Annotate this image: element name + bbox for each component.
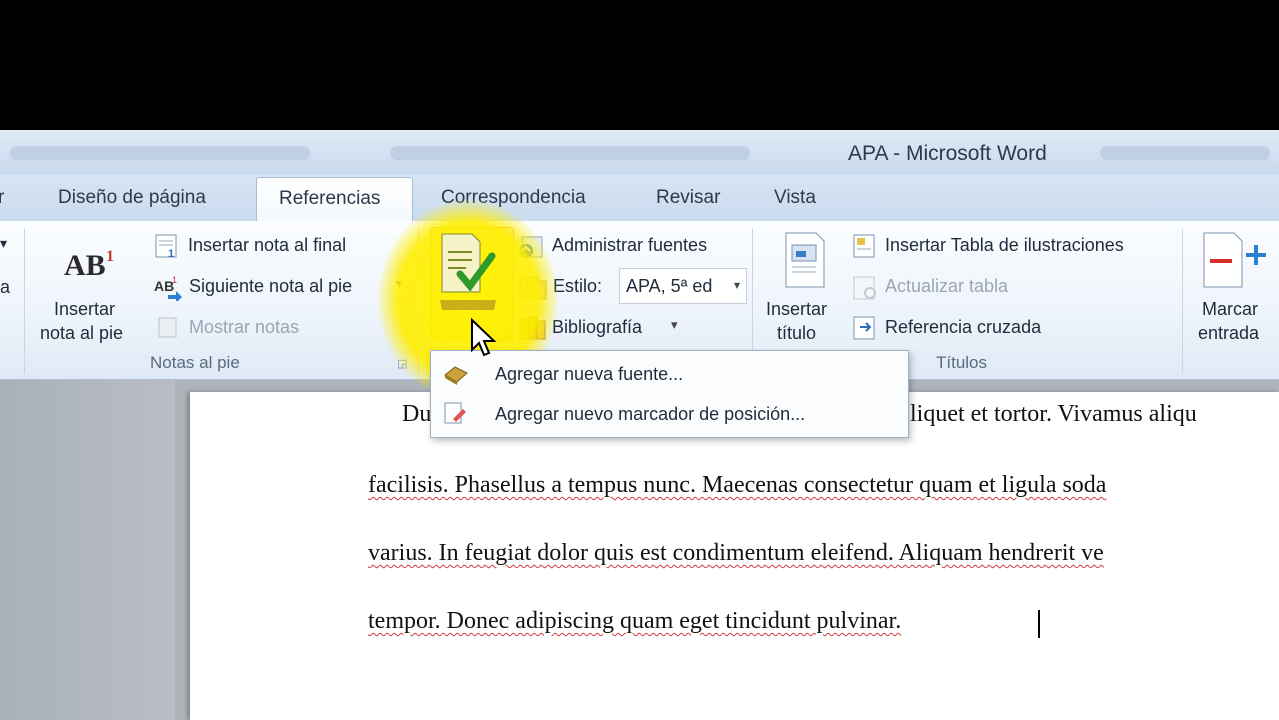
insert-endnote-icon[interactable]: 1 (154, 233, 184, 260)
bibliography-dropdown-menu: Agregar nueva fuente... Agregar nuevo ma… (430, 350, 909, 438)
partial-group-text: a (0, 277, 11, 297)
manage-sources-button[interactable]: Administrar fuentes (552, 235, 707, 256)
add-placeholder-icon (441, 401, 469, 429)
insert-table-figures-button[interactable]: Insertar Tabla de ilustraciones (885, 235, 1124, 256)
ribbon-tabs: r Diseño de página Referencias Correspon… (0, 175, 1279, 222)
mark-entry-icon[interactable] (1202, 231, 1268, 289)
doc-line-4: tempor. Donec adipiscing quam eget tinci… (368, 608, 902, 634)
insert-caption-label-1[interactable]: Insertar (766, 299, 827, 320)
bibliography-button[interactable]: Bibliografía (552, 317, 642, 338)
mouse-pointer-icon (470, 317, 498, 358)
insert-footnote-icon[interactable]: AB 1 (62, 243, 122, 283)
tab-vista[interactable]: Vista (774, 187, 816, 209)
insert-footnote-label-2[interactable]: nota al pie (40, 323, 123, 344)
cross-reference-icon[interactable] (852, 315, 880, 341)
text-cursor (1038, 610, 1040, 638)
partial-dropdown-arrow: ▾ (0, 235, 8, 251)
blurred-title-text (390, 146, 750, 160)
tab-referencias[interactable]: Referencias (256, 177, 413, 222)
update-table-button: Actualizar tabla (885, 276, 1009, 296)
svg-text:1: 1 (168, 248, 174, 259)
tab-revisar[interactable]: Revisar (656, 187, 720, 209)
style-select-value: APA, 5ª ed (626, 276, 713, 296)
show-notes-button: Mostrar notas (189, 317, 300, 337)
update-table-icon (852, 275, 880, 301)
insert-table-figures-icon[interactable] (852, 233, 880, 259)
style-label: Estilo: (553, 276, 603, 296)
blurred-quick-access (10, 146, 310, 160)
tab-diseno-pagina[interactable]: Diseño de página (58, 187, 206, 209)
mark-entry-label-2[interactable]: entrada (1198, 323, 1259, 344)
document-page[interactable]: Du liquet et tortor. Vivamus aliqu facil… (190, 392, 1279, 720)
show-notes-icon (158, 317, 178, 339)
add-source-icon (441, 361, 469, 387)
next-footnote-icon[interactable]: AB 1 (154, 275, 186, 303)
title-bar: APA - Microsoft Word (0, 130, 1279, 175)
mark-entry-label-1[interactable]: Marcar (1202, 299, 1258, 320)
window-title: APA - Microsoft Word (848, 142, 1047, 165)
add-new-placeholder-item[interactable]: Agregar nuevo marcador de posición... (495, 404, 805, 425)
doc-line-1-start: Du (402, 401, 432, 427)
insert-footnote-label-1[interactable]: Insertar (54, 299, 115, 320)
style-select[interactable]: APA, 5ª ed ▾ (619, 268, 747, 304)
titulos-group-label: Títulos (936, 353, 988, 372)
svg-text:1: 1 (106, 248, 114, 265)
insert-caption-icon[interactable] (782, 231, 828, 289)
insert-endnote-button[interactable]: Insertar nota al final (188, 235, 346, 256)
insert-caption-label-2[interactable]: título (777, 323, 816, 344)
separator (1182, 229, 1183, 374)
left-margin-shade (0, 380, 175, 720)
tab-partial[interactable]: r (0, 187, 4, 209)
blurred-window-controls (1100, 146, 1270, 160)
insert-citation-icon[interactable] (436, 230, 502, 316)
separator (24, 229, 25, 374)
next-footnote-button[interactable]: Siguiente nota al pie (189, 276, 352, 297)
chevron-down-icon: ▾ (733, 278, 740, 292)
doc-line-3: varius. In feugiat dolor quis est condim… (368, 540, 1104, 566)
cross-reference-button[interactable]: Referencia cruzada (885, 317, 1041, 338)
add-new-source-item[interactable]: Agregar nueva fuente... (495, 364, 683, 385)
bibliography-dropdown-icon[interactable]: ▾ (671, 317, 678, 333)
notas-group-label: Notas al pie (150, 353, 240, 372)
doc-line-1-end: liquet et tortor. Vivamus aliqu (910, 401, 1197, 427)
svg-text:AB: AB (64, 249, 106, 282)
doc-line-2: facilisis. Phasellus a tempus nunc. Maec… (368, 472, 1107, 498)
svg-text:1: 1 (172, 275, 177, 285)
tab-referencias-label: Referencias (279, 188, 381, 209)
